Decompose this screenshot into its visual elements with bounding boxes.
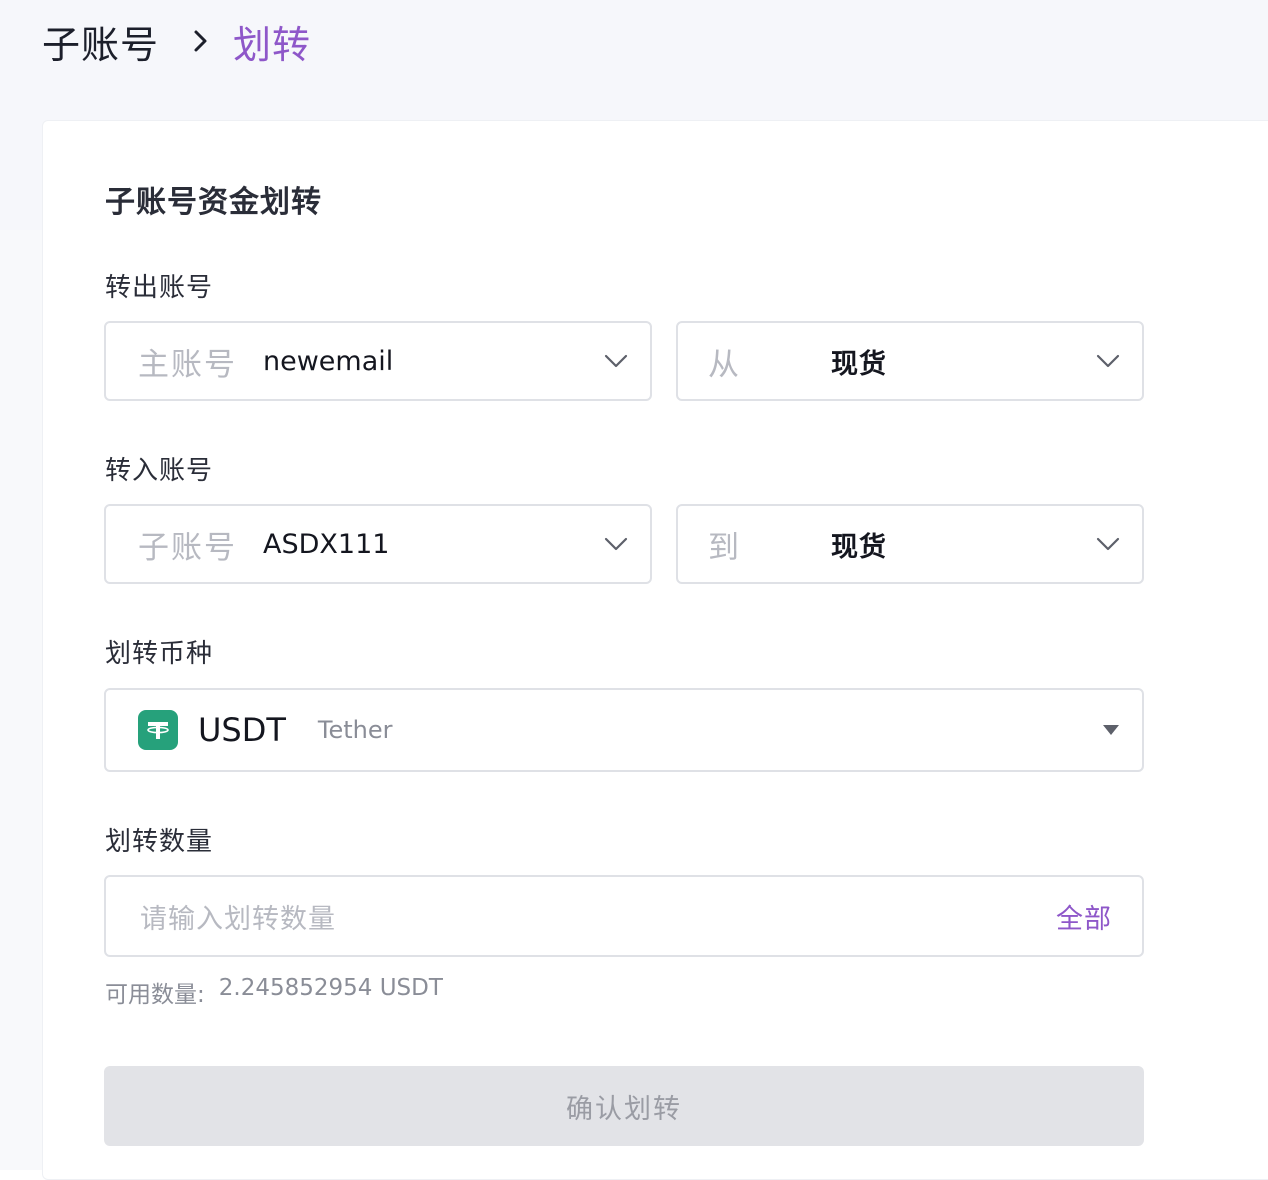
from-account-label: 转出账号: [105, 273, 214, 303]
to-account-value: ASDX111: [263, 528, 390, 560]
to-wallet-value: 现货: [831, 531, 887, 563]
left-gutter: [0, 230, 42, 1170]
to-account-label: 转入账号: [105, 456, 214, 486]
chevron-down-icon: [604, 537, 628, 551]
from-account-value: newemail: [263, 345, 394, 377]
amount-label: 划转数量: [105, 827, 214, 857]
breadcrumb: 子账号 划转: [42, 14, 312, 69]
coin-select[interactable]: USDT Tether: [104, 688, 1144, 772]
amount-input[interactable]: 请输入划转数量 全部: [104, 875, 1144, 957]
from-wallet-select[interactable]: 从 现货: [676, 321, 1144, 401]
card-title: 子账号资金划转: [105, 185, 322, 220]
all-amount-button[interactable]: 全部: [1056, 897, 1112, 936]
available-balance: 可用数量: 2.245852954 USDT: [105, 975, 443, 1009]
confirm-transfer-button[interactable]: 确认划转: [104, 1066, 1144, 1146]
chevron-down-icon: [604, 354, 628, 368]
chevron-right-icon: [193, 29, 209, 53]
chevron-down-icon: [1096, 537, 1120, 551]
coin-label: 划转币种: [105, 639, 214, 669]
from-wallet-prefix: 从: [708, 346, 741, 383]
available-value: 2.245852954 USDT: [218, 975, 443, 1001]
to-account-prefix: 子账号: [138, 529, 237, 566]
coin-name: Tether: [317, 716, 393, 744]
available-label: 可用数量:: [105, 982, 205, 1008]
from-account-prefix: 主账号: [138, 346, 237, 383]
breadcrumb-subaccount-link[interactable]: 子账号: [42, 14, 159, 69]
to-wallet-select[interactable]: 到 现货: [676, 504, 1144, 584]
to-account-select[interactable]: 子账号 ASDX111: [104, 504, 652, 584]
coin-symbol: USDT: [198, 711, 286, 749]
caret-down-icon: [1103, 725, 1119, 735]
from-wallet-value: 现货: [831, 348, 887, 380]
amount-placeholder: 请输入划转数量: [140, 903, 336, 935]
transfer-card: 子账号资金划转 转出账号 主账号 newemail 从 现货 转入账号 子账号 …: [42, 120, 1268, 1180]
tether-icon: [138, 710, 178, 750]
breadcrumb-current: 划转: [233, 22, 312, 67]
from-account-select[interactable]: 主账号 newemail: [104, 321, 652, 401]
chevron-down-icon: [1096, 354, 1120, 368]
to-wallet-prefix: 到: [708, 529, 741, 566]
